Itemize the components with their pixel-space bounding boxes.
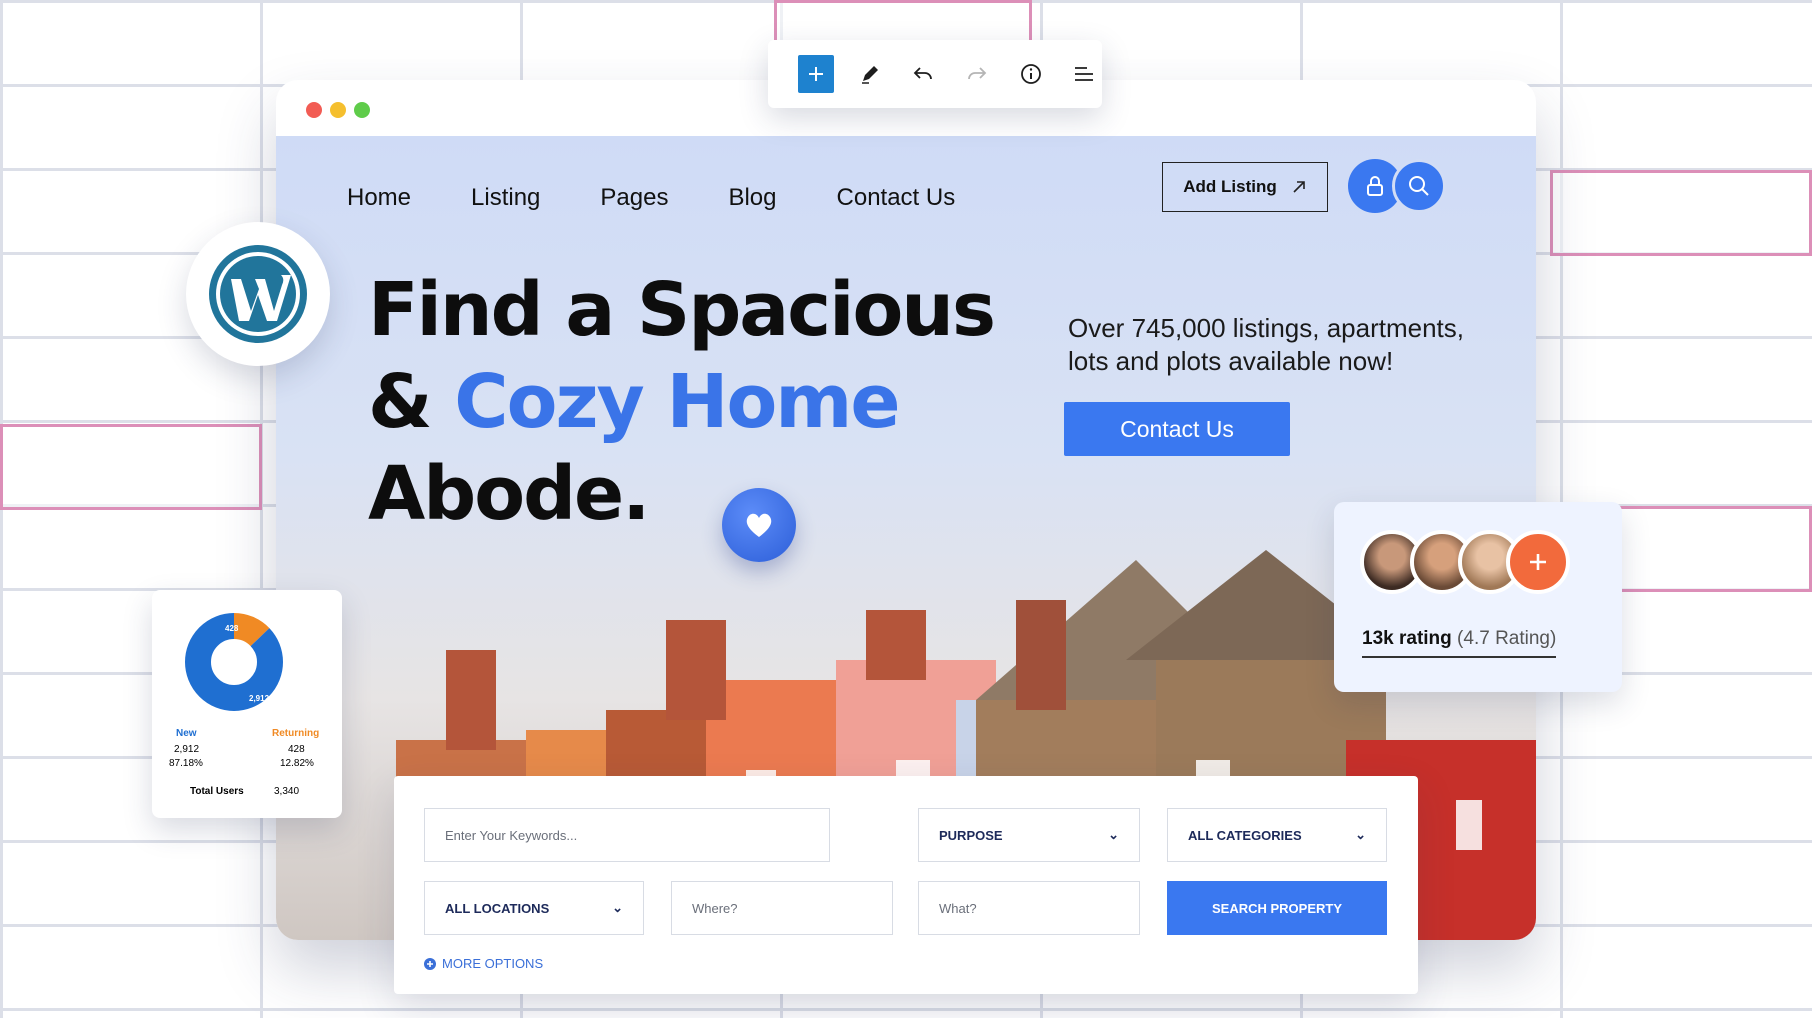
rating-card: 13k rating (4.7 Rating) xyxy=(1334,502,1622,692)
where-input[interactable]: Where? xyxy=(671,881,893,935)
total-users-label: Total Users xyxy=(190,786,244,797)
info-button[interactable] xyxy=(1013,55,1049,93)
hero-heading: Find a Spacious & Cozy Home Abode. xyxy=(368,264,996,540)
nav-item-blog[interactable]: Blog xyxy=(728,184,776,212)
list-icon xyxy=(1075,67,1094,81)
lock-icon xyxy=(1367,176,1383,196)
add-listing-button[interactable]: Add Listing xyxy=(1162,162,1328,212)
donut-big-label: 2,912 xyxy=(249,694,270,703)
hero-subtitle: Over 745,000 listings, apartments, lots … xyxy=(1068,313,1464,376)
plus-icon xyxy=(1530,554,1546,570)
nav-item-home[interactable]: Home xyxy=(347,184,411,212)
search-button[interactable] xyxy=(1392,159,1446,213)
hero-line-2-prefix: & xyxy=(368,359,455,445)
chevron-down-icon: ⌄ xyxy=(1108,827,1119,842)
purpose-select[interactable]: PURPOSE ⌄ xyxy=(918,808,1140,862)
categories-select[interactable]: ALL CATEGORIES ⌄ xyxy=(1167,808,1387,862)
rating-score: (4.7 Rating) xyxy=(1457,628,1557,649)
decor-box xyxy=(1550,170,1812,256)
maximize-dot[interactable] xyxy=(354,102,370,118)
new-percent: 87.18% xyxy=(169,758,203,769)
nav-item-listing[interactable]: Listing xyxy=(471,184,540,212)
redo-button[interactable] xyxy=(959,55,995,93)
rating-count: 13k rating xyxy=(1362,628,1452,649)
what-placeholder: What? xyxy=(939,900,977,916)
hero-line-1: Find a Spacious xyxy=(368,267,996,353)
locations-select[interactable]: ALL LOCATIONS ⌄ xyxy=(424,881,644,935)
chevron-down-icon: ⌄ xyxy=(612,900,623,915)
contact-us-button[interactable]: Contact Us xyxy=(1064,402,1290,456)
edit-button[interactable] xyxy=(852,55,888,93)
search-property-button[interactable]: SEARCH PROPERTY xyxy=(1167,881,1387,935)
hero-line-2-highlight: Cozy Home xyxy=(454,359,900,445)
categories-label: ALL CATEGORIES xyxy=(1188,827,1302,843)
hero-line-3: Abode. xyxy=(368,451,650,537)
close-dot[interactable] xyxy=(306,102,322,118)
users-donut-chart xyxy=(185,613,283,711)
keywords-input[interactable]: Enter Your Keywords... xyxy=(424,808,830,862)
editor-toolbar xyxy=(768,40,1102,108)
nav-item-pages[interactable]: Pages xyxy=(600,184,668,212)
list-view-button[interactable] xyxy=(1066,55,1102,93)
arrow-up-right-icon xyxy=(1293,181,1305,193)
returning-label: Returning xyxy=(272,728,320,739)
new-label: New xyxy=(176,728,197,739)
nav-item-contact[interactable]: Contact Us xyxy=(837,184,956,212)
add-block-button[interactable] xyxy=(798,55,834,93)
pencil-icon xyxy=(861,66,878,84)
keywords-placeholder: Enter Your Keywords... xyxy=(445,827,578,843)
users-stat-card: 428 2,912 New Returning 2,912 428 87.18%… xyxy=(152,590,342,818)
locations-label: ALL LOCATIONS xyxy=(445,900,550,916)
search-panel: Enter Your Keywords... PURPOSE ⌄ ALL CATE… xyxy=(394,776,1418,994)
main-nav: Home Listing Pages Blog Contact Us xyxy=(347,184,1015,212)
decor-box xyxy=(0,424,262,510)
plus-circle-icon xyxy=(424,957,436,970)
more-options-link[interactable]: MORE OPTIONS xyxy=(424,956,543,971)
purpose-label: PURPOSE xyxy=(939,827,1003,843)
wordpress-icon xyxy=(209,245,307,343)
returning-count: 428 xyxy=(288,744,305,755)
heart-icon xyxy=(746,513,772,537)
minimize-dot[interactable] xyxy=(330,102,346,118)
add-listing-label: Add Listing xyxy=(1183,177,1277,196)
undo-button[interactable] xyxy=(905,55,941,93)
where-placeholder: Where? xyxy=(692,900,738,916)
info-icon xyxy=(1020,64,1041,84)
total-users-value: 3,340 xyxy=(274,786,300,797)
undo-icon xyxy=(913,67,933,80)
more-options-label: MORE OPTIONS xyxy=(442,956,544,971)
returning-percent: 12.82% xyxy=(280,758,314,769)
search-icon xyxy=(1409,176,1429,196)
redo-icon xyxy=(967,67,987,80)
donut-small-label: 428 xyxy=(225,624,239,633)
what-input[interactable]: What? xyxy=(918,881,1140,935)
chevron-down-icon: ⌄ xyxy=(1355,827,1366,842)
plus-icon xyxy=(808,67,823,81)
add-avatar-button[interactable] xyxy=(1506,530,1570,594)
wordpress-badge xyxy=(186,222,330,366)
favorite-button[interactable] xyxy=(722,488,796,562)
rating-text: 13k rating (4.7 Rating) xyxy=(1362,628,1557,658)
new-count: 2,912 xyxy=(174,744,200,755)
